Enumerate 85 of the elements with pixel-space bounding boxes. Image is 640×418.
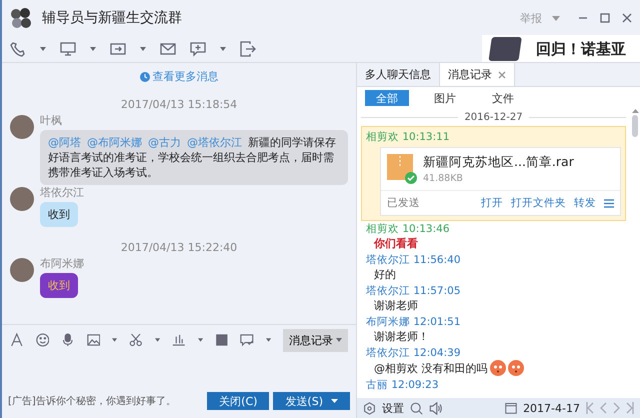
menu-icon[interactable]: [604, 198, 614, 208]
message-bubble: @阿塔 @布阿米娜 @古力 @塔依尔江 新疆的同学请保存好语言考试的准考证，学校会统一组织去合肥考点，届时需携带准考证入场考试。: [40, 130, 348, 185]
record-header: 塔依尔江 11:56:40: [366, 253, 461, 267]
ad-headline: 回归！诺基亚: [536, 40, 626, 58]
caret-icon[interactable]: [40, 47, 46, 51]
close-icon[interactable]: [498, 70, 506, 78]
record-header: 塔依尔江 11:57:05: [366, 284, 461, 298]
sender-name: 叶枫: [40, 113, 62, 128]
caret-icon[interactable]: [266, 338, 271, 342]
caret-icon[interactable]: [140, 47, 146, 51]
caret-icon[interactable]: [90, 47, 96, 51]
caret-icon[interactable]: [220, 47, 226, 51]
sender-name: 塔依尔江: [40, 185, 84, 200]
record-message: 谢谢老师: [373, 298, 418, 313]
maximize-icon[interactable]: [600, 13, 610, 23]
file-action-link[interactable]: 打开: [481, 196, 503, 210]
clock-icon: [140, 72, 150, 82]
ad-banner[interactable]: 回归！诺基亚: [482, 35, 640, 63]
record-message: 谢谢老师！: [373, 329, 429, 344]
settings-icon[interactable]: [363, 402, 376, 414]
file-action-link[interactable]: 转发: [574, 196, 596, 210]
add-comment-icon[interactable]: [190, 41, 206, 57]
image-icon[interactable]: [86, 332, 100, 348]
mention-link[interactable]: @古力: [148, 136, 181, 149]
dropdown-caret-icon: [331, 399, 338, 403]
timestamp: 2017/04/13 15:18:54: [120, 98, 238, 111]
scissors-icon[interactable]: [129, 332, 143, 348]
group-avatar-icon: [10, 7, 32, 29]
microphone-icon[interactable]: [61, 332, 75, 348]
caret-icon[interactable]: [112, 338, 118, 342]
close-icon[interactable]: [622, 13, 632, 23]
mail-icon[interactable]: [160, 41, 176, 57]
record-header: 古丽 12:09:23: [366, 378, 439, 392]
close-button[interactable]: 关闭(C): [207, 392, 270, 410]
avatar[interactable]: [10, 115, 34, 139]
message-history-button[interactable]: 消息记录: [283, 328, 348, 352]
scrollbar-thumb[interactable]: [632, 115, 638, 137]
message-bubble: 收到: [40, 273, 78, 298]
record-header: 布阿米娜 12:01:51: [366, 315, 461, 329]
mention-link[interactable]: @布阿米娜: [87, 136, 142, 149]
caret-icon[interactable]: [198, 338, 203, 342]
file-size: 41.88KB: [423, 173, 464, 184]
avatar[interactable]: [10, 187, 34, 211]
search-icon[interactable]: [410, 402, 423, 414]
more-messages-link[interactable]: 查看更多消息: [140, 69, 218, 84]
speaker-icon[interactable]: [429, 402, 443, 414]
calendar-icon[interactable]: [505, 402, 518, 414]
font-icon[interactable]: [10, 332, 24, 348]
chat-check-icon[interactable]: [240, 332, 254, 348]
file-status: 已发送: [387, 196, 421, 210]
filter-tab[interactable]: 文件: [481, 90, 525, 106]
blushing-emoji-icon: [508, 360, 524, 376]
sender-name: 布阿米娜: [40, 256, 84, 271]
record-header: 相剪欢 10:13:46: [366, 222, 450, 236]
record-message: 你们看看: [372, 236, 418, 251]
avatar[interactable]: [10, 258, 34, 282]
record-header: 相剪欢 10:13:11: [366, 130, 450, 144]
scroll-up-icon[interactable]: [632, 109, 638, 113]
chart-icon[interactable]: [172, 332, 186, 348]
window-title: 辅导员与新疆生交流群: [42, 9, 183, 27]
filter-tab[interactable]: 全部: [365, 90, 409, 106]
record-header: 塔依尔江 12:04:39: [366, 346, 461, 360]
message-bubble: 收到: [40, 202, 78, 227]
ad-link[interactable]: [广告]告诉你个秘密，你遇到好事了。: [8, 394, 204, 408]
date-field[interactable]: 2017-4-17: [523, 402, 580, 414]
record-message: 好的: [373, 267, 396, 282]
date-divider: 2016-12-27: [464, 112, 523, 123]
record-message: @相剪欢 没有和田的吗: [366, 360, 524, 376]
caret-icon[interactable]: [154, 338, 160, 342]
file-name: 新疆阿克苏地区...简章.rar: [423, 154, 574, 171]
file-action-link[interactable]: 打开文件夹: [511, 196, 566, 210]
mention-link[interactable]: @塔依尔江: [187, 136, 242, 149]
send-button[interactable]: 发送(S): [273, 392, 350, 410]
mention-link[interactable]: @阿塔: [48, 136, 81, 149]
blushing-emoji-icon: [490, 360, 506, 376]
zip-file-icon: [387, 154, 417, 184]
phone-icon[interactable]: [10, 41, 26, 57]
panel-tab[interactable]: 消息记录: [440, 63, 515, 86]
filter-tab[interactable]: 图片: [423, 90, 467, 106]
emoji-icon[interactable]: [36, 332, 50, 348]
exit-icon[interactable]: [240, 41, 256, 57]
timestamp: 2017/04/13 15:22:40: [120, 241, 238, 254]
screen-share-icon[interactable]: [60, 41, 76, 57]
caret-icon[interactable]: [336, 338, 342, 342]
settings-link[interactable]: 设置: [382, 400, 404, 416]
